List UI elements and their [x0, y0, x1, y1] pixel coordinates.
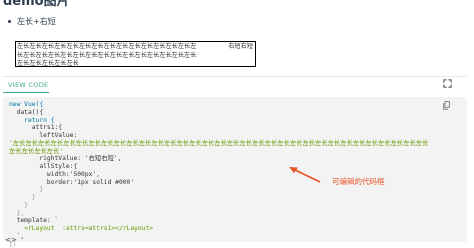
- code-line: },: [9, 209, 25, 217]
- code-line: <rLayout :attrs=attrs1></rLayout>: [9, 225, 154, 232]
- code-line: allStyle:{: [9, 163, 78, 170]
- code-line: width:'500px',: [9, 170, 100, 178]
- code-line: leftValue:: [9, 132, 78, 139]
- list-item-label: 左长+右短: [17, 17, 56, 26]
- demo-left-value: 左长左长左长左长左长左长左长左长左长左长左长左长左长左长左长左长左长左长左长左长…: [17, 43, 197, 67]
- annotation-label: 可编辑的代码框: [332, 177, 385, 186]
- code-content[interactable]: new Vue({ data(){ return { attrs1:{ left…: [9, 101, 428, 248]
- code-line: border:'1px solid #000': [9, 178, 135, 186]
- demo-right-value: 右短右短: [228, 43, 253, 50]
- code-line: }: [9, 194, 36, 201]
- code-line: rightValue: '右短右短',: [9, 155, 122, 163]
- annotation-arrow-icon: [289, 167, 321, 183]
- divider: [3, 76, 467, 77]
- code-editor[interactable]: new Vue({ data(){ return { attrs1:{ left…: [3, 97, 467, 248]
- code-line: return {: [9, 116, 55, 124]
- demo-layout-box: 左长左长左长左长左长左长左长左长左长左长左长左长左长左长左长左长左长左长左长左长…: [15, 41, 256, 67]
- view-code-tab[interactable]: VIEW CODE: [8, 81, 48, 89]
- page: demo图片 左长+右短 左长左长左长左长左长左长左长左长左长左长左长左长左长左…: [0, 0, 474, 248]
- code-line: 左长左长左长左长': [9, 147, 64, 155]
- code-line: template: `: [9, 217, 59, 225]
- code-line: }: [9, 201, 28, 209]
- list-item: 左长+右短: [8, 17, 56, 27]
- code-line: new Vue({: [9, 101, 44, 108]
- code-toggle-icon[interactable]: <>: [5, 236, 17, 244]
- page-title: demo图片: [3, 0, 70, 9]
- code-line: data(){: [9, 108, 44, 116]
- code-line: attrs1:{: [9, 124, 63, 132]
- code-line: }: [9, 186, 44, 194]
- expand-icon[interactable]: [443, 79, 452, 88]
- view-code-tab-indicator: [3, 92, 49, 93]
- bullet-dot: [8, 20, 11, 23]
- copy-icon[interactable]: [443, 101, 450, 110]
- code-line: '左长左长左长左长左长左长左长左长左长左长左长左长左长左长左长左长左长左长左长左…: [9, 139, 429, 147]
